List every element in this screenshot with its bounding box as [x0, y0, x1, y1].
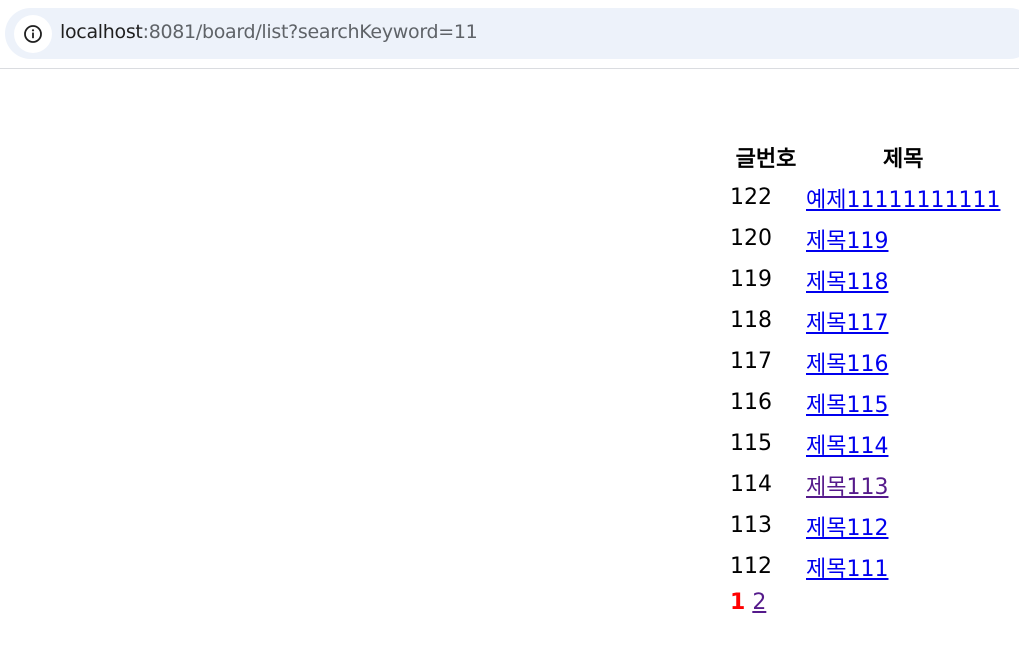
header-title: 제목: [882, 146, 924, 172]
post-number: 113: [730, 513, 772, 538]
post-title-link[interactable]: 제목112: [806, 516, 888, 541]
pagination: 1 2: [730, 590, 766, 615]
table-row: 116 제목115: [730, 384, 1000, 421]
table-row: 120 제목119: [730, 220, 1000, 257]
post-title-cell: 제목111: [806, 548, 1000, 585]
header-number: 글번호: [735, 146, 797, 172]
post-title-cell: 제목116: [806, 343, 1000, 380]
post-number: 119: [730, 267, 772, 292]
post-title-cell: 제목119: [806, 220, 1000, 257]
post-title-link[interactable]: 제목113: [806, 475, 888, 500]
post-number: 115: [730, 431, 772, 456]
post-number: 118: [730, 308, 772, 333]
post-number: 112: [730, 554, 772, 579]
url-text[interactable]: localhost:8081/board/list?searchKeyword=…: [60, 21, 478, 43]
table-row: 117 제목116: [730, 343, 1000, 380]
table-row: 119 제목118: [730, 261, 1000, 298]
current-page: 1: [730, 590, 746, 615]
page-link[interactable]: 2: [752, 590, 766, 615]
post-title-link[interactable]: 제목111: [806, 557, 888, 582]
table-row: 113 제목112: [730, 507, 1000, 544]
table-row: 114 제목113: [730, 466, 1000, 503]
post-title-link[interactable]: 제목117: [806, 311, 888, 336]
post-title-cell: 예제11111111111: [806, 179, 1000, 216]
browser-toolbar: localhost:8081/board/list?searchKeyword=…: [0, 0, 1019, 69]
post-number: 114: [730, 472, 772, 497]
board-list: 글번호 제목 122 예제11111111111 120 제목119 119 제목118 1…: [730, 134, 1004, 589]
post-number: 116: [730, 390, 772, 415]
post-title-link[interactable]: 제목118: [806, 270, 888, 295]
table-row: 122 예제11111111111: [730, 179, 1000, 216]
post-title-link[interactable]: 제목119: [806, 229, 888, 254]
post-title-link[interactable]: 제목116: [806, 352, 888, 377]
post-title-cell: 제목115: [806, 384, 1000, 421]
post-title-cell: 제목114: [806, 425, 1000, 462]
board-table: 글번호 제목 122 예제11111111111 120 제목119 119 제목118 1…: [726, 134, 1004, 589]
post-title-link[interactable]: 제목114: [806, 434, 888, 459]
url-host: localhost: [60, 21, 143, 43]
address-bar[interactable]: localhost:8081/board/list?searchKeyword=…: [5, 8, 1019, 59]
post-title-cell: 제목117: [806, 302, 1000, 339]
table-row: 115 제목114: [730, 425, 1000, 462]
post-title-cell: 제목113: [806, 466, 1000, 503]
post-title-link[interactable]: 제목115: [806, 393, 888, 418]
table-header-row: 글번호 제목: [730, 138, 1000, 175]
post-title-link[interactable]: 예제11111111111: [806, 188, 1000, 213]
table-body: 122 예제11111111111 120 제목119 119 제목118 118 제목117…: [730, 179, 1000, 585]
table-row: 112 제목111: [730, 548, 1000, 585]
url-path: :8081/board/list?searchKeyword=11: [142, 21, 478, 43]
post-title-cell: 제목112: [806, 507, 1000, 544]
table-row: 118 제목117: [730, 302, 1000, 339]
post-number: 122: [730, 185, 772, 210]
post-number: 117: [730, 349, 772, 374]
site-info-button[interactable]: [14, 15, 52, 53]
info-icon: [24, 25, 42, 43]
post-title-cell: 제목118: [806, 261, 1000, 298]
post-number: 120: [730, 226, 772, 251]
